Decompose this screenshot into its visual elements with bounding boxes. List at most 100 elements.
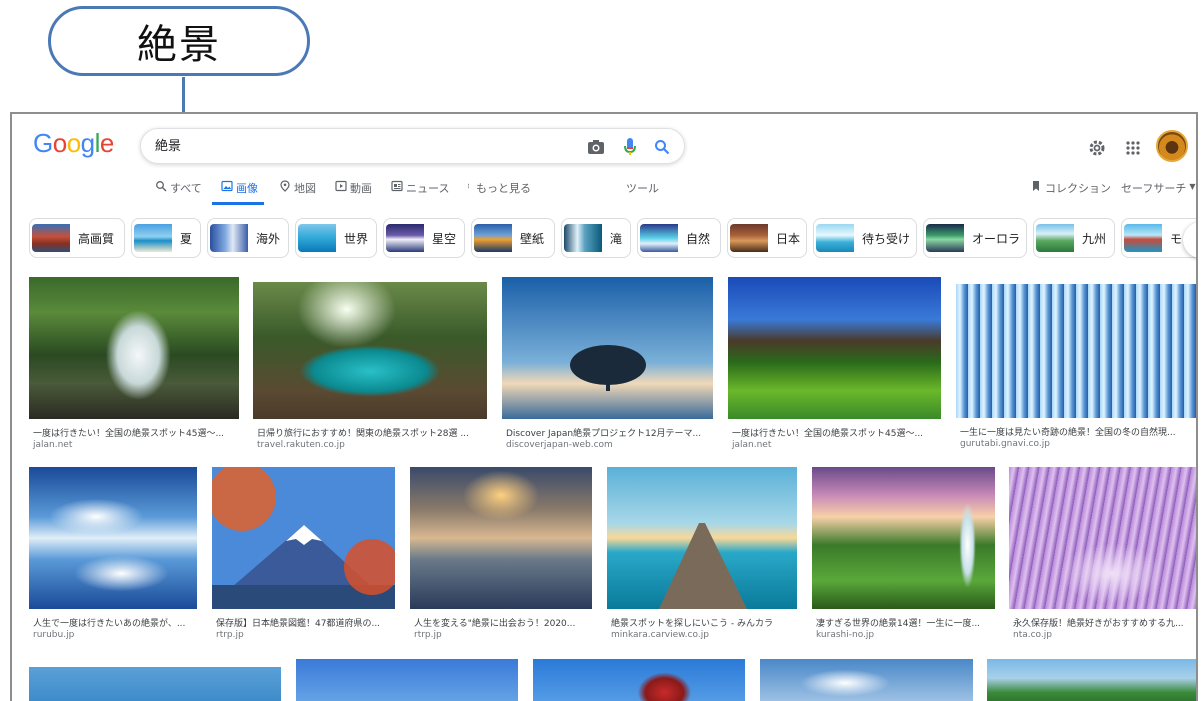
result-title[interactable]: 一生に一度は見たい奇跡の絶景！全国の冬の自然現... <box>960 425 1194 438</box>
google-logo[interactable]: Google <box>33 128 114 159</box>
result-title[interactable]: 人生で一度は行きたいあの絶景が、... <box>33 616 197 629</box>
chip[interactable]: 滝 <box>561 218 631 258</box>
result-title[interactable]: Discover Japan絶景プロジェクト12月テーマ... <box>506 426 711 439</box>
result-title[interactable]: 永久保存版！絶景好きがおすすめする九... <box>1013 616 1196 629</box>
news-icon <box>391 180 403 192</box>
chip[interactable]: 待ち受け <box>813 218 917 258</box>
result-thumbnail <box>987 659 1196 701</box>
result-title[interactable]: 一度は行きたい！全国の絶景スポット45選～... <box>732 426 939 439</box>
result-source: travel.rakuten.co.jp <box>257 440 345 450</box>
result-tile[interactable] <box>987 659 1196 701</box>
result-thumbnail <box>1009 467 1196 609</box>
chip-thumbnail <box>210 224 248 252</box>
logo-letter: e <box>99 128 114 158</box>
chip[interactable]: 高画質 <box>29 218 125 258</box>
tab-label: すべて <box>170 182 202 195</box>
tab-videos[interactable]: 動画 <box>335 180 372 206</box>
collections-link[interactable]: コレクション <box>1030 180 1111 206</box>
search-input[interactable] <box>155 137 535 152</box>
chip[interactable]: 日本 <box>727 218 807 258</box>
result-title[interactable]: 人生を変える"絶景に出会おう！2020... <box>414 616 592 629</box>
related-chips: 高画質 夏 海外 世界 星空 壁紙 滝 自然 日本 待ち受け オーロラ 九州 モ <box>29 218 1196 258</box>
result-source: gurutabi.gnavi.co.jp <box>960 439 1050 449</box>
result-tile[interactable]: 日帰り旅行におすすめ！関東の絶景スポット28選 ... travel.rakut… <box>253 282 487 455</box>
caret-down-icon: ▼ <box>1189 182 1196 191</box>
search-icon[interactable] <box>651 136 673 158</box>
result-title[interactable]: 凄すぎる世界の絶景14選！一生に一度... <box>816 616 995 629</box>
result-tile[interactable] <box>760 659 973 701</box>
mount-fuji-image <box>212 467 395 609</box>
chip-label: 日本 <box>776 231 801 246</box>
tab-label: ニュース <box>406 182 450 195</box>
result-title[interactable]: 一度は行きたい！全国の絶景スポット45選～... <box>33 426 239 439</box>
tree-image <box>502 277 713 419</box>
apps-grid-icon[interactable] <box>1120 135 1146 161</box>
result-thumbnail <box>212 467 395 609</box>
result-tile[interactable] <box>296 659 518 701</box>
result-tile[interactable]: 永久保存版！絶景好きがおすすめする九... nta.co.jp <box>1009 467 1196 645</box>
result-thumbnail <box>607 467 797 609</box>
result-tile[interactable]: Discover Japan絶景プロジェクト12月テーマ... discover… <box>502 277 713 455</box>
chip-label: 夏 <box>180 231 193 246</box>
tab-more[interactable]: もっと見る <box>467 180 531 206</box>
result-tile[interactable]: 絶景スポットを探しにいこう - みんカラ minkara.carview.co.… <box>607 467 797 645</box>
chip-thumbnail <box>134 224 172 252</box>
result-source: minkara.carview.co.jp <box>611 630 709 640</box>
tab-maps[interactable]: 地図 <box>279 180 316 206</box>
microphone-icon[interactable] <box>619 136 641 158</box>
chip-thumbnail <box>474 224 512 252</box>
chip[interactable]: 壁紙 <box>471 218 555 258</box>
result-title[interactable]: 日帰り旅行におすすめ！関東の絶景スポット28選 ... <box>257 426 485 439</box>
chip[interactable]: 九州 <box>1033 218 1115 258</box>
avatar[interactable] <box>1156 130 1188 162</box>
chip[interactable]: 夏 <box>131 218 201 258</box>
callout-text: 絶景 <box>137 22 221 68</box>
result-tile[interactable]: 人生を変える"絶景に出会おう！2020... rtrp.jp <box>410 467 592 645</box>
logo-letter: o <box>52 128 67 158</box>
tab-label: もっと見る <box>476 182 531 195</box>
chip-label: モ <box>1170 231 1183 246</box>
gear-icon[interactable] <box>1084 135 1110 161</box>
result-thumbnail <box>410 467 592 609</box>
chip-label: 滝 <box>610 231 623 246</box>
tab-label: セーフサーチ <box>1121 182 1187 195</box>
result-thumbnail <box>29 467 197 609</box>
result-thumbnail <box>956 284 1196 418</box>
result-tile[interactable]: 凄すぎる世界の絶景14選！一生に一度... kurashi-no.jp <box>812 467 995 645</box>
result-thumbnail <box>29 277 239 419</box>
result-tile[interactable]: 一度は行きたい！全国の絶景スポット45選～... jalan.net <box>29 277 239 455</box>
chip-thumbnail <box>564 224 602 252</box>
result-tile[interactable] <box>29 667 281 701</box>
result-source: kurashi-no.jp <box>816 630 875 640</box>
result-thumbnail <box>760 659 973 701</box>
result-tile[interactable]: 一度は行きたい！全国の絶景スポット45選～... jalan.net <box>728 277 941 455</box>
result-source: jalan.net <box>732 440 772 450</box>
chip-thumbnail <box>816 224 854 252</box>
chip-thumbnail <box>1124 224 1162 252</box>
tab-news[interactable]: ニュース <box>391 180 449 206</box>
tab-all[interactable]: すべて <box>155 180 202 206</box>
chip-thumbnail <box>32 224 70 252</box>
safesearch-dropdown[interactable]: セーフサーチ ▼ <box>1121 180 1196 206</box>
result-tile[interactable] <box>533 659 745 701</box>
camera-icon[interactable] <box>585 136 607 158</box>
chip-label: オーロラ <box>972 231 1021 246</box>
pier-image <box>607 467 797 609</box>
chip[interactable]: オーロラ <box>923 218 1027 258</box>
chip[interactable]: 星空 <box>383 218 465 258</box>
result-tile[interactable]: 一生に一度は見たい奇跡の絶景！全国の冬の自然現... gurutabi.gnav… <box>956 284 1196 455</box>
chip[interactable]: 世界 <box>295 218 377 258</box>
video-icon <box>335 180 347 192</box>
result-tile[interactable]: 人生で一度は行きたいあの絶景が、... rurubu.jp <box>29 467 197 645</box>
tools-button[interactable]: ツール <box>626 180 659 206</box>
bookmark-icon <box>1033 181 1039 191</box>
result-title[interactable]: 保存版】日本絶景図鑑！47都道府県の... <box>216 616 395 629</box>
tab-label: 画像 <box>236 182 258 195</box>
chip[interactable]: 自然 <box>637 218 721 258</box>
result-tile[interactable]: 保存版】日本絶景図鑑！47都道府県の... rtrp.jp <box>212 467 395 645</box>
result-thumbnail <box>29 667 281 701</box>
search-icon <box>156 181 167 192</box>
chip[interactable]: 海外 <box>207 218 289 258</box>
result-title[interactable]: 絶景スポットを探しにいこう - みんカラ <box>611 616 797 629</box>
search-tabs: すべて 画像 地図 動画 ニュース もっと見る ツール コレクション セーフサー… <box>12 180 1196 206</box>
